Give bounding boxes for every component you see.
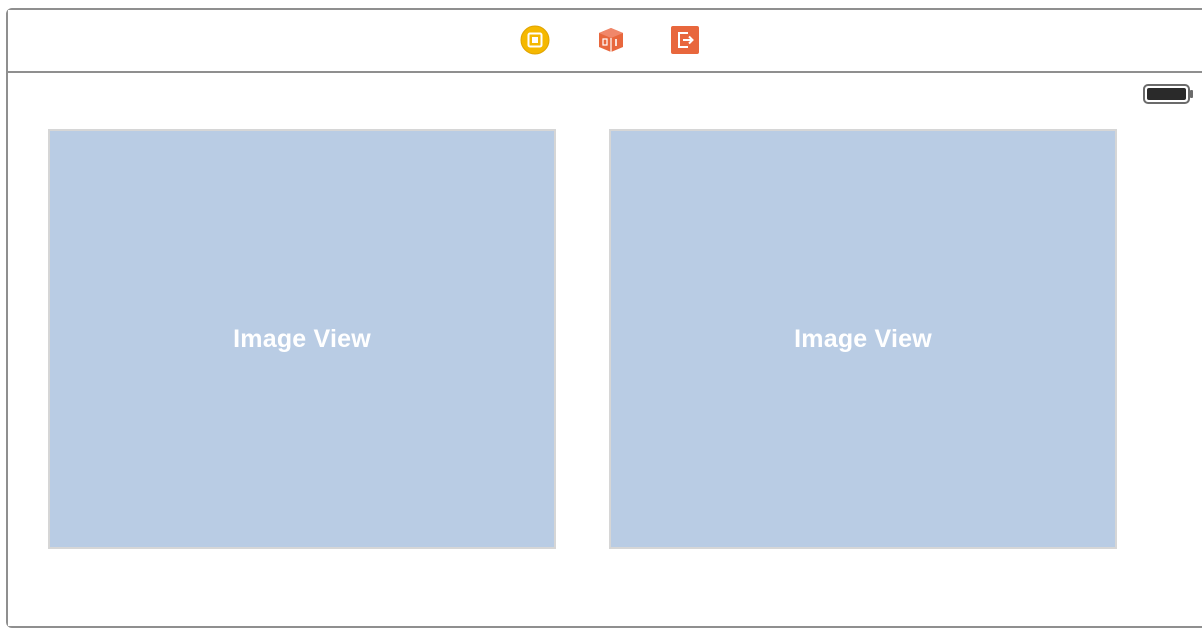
image-view-left[interactable]: Image View: [48, 129, 556, 549]
scene-dock: [8, 10, 1202, 73]
image-view-right[interactable]: Image View: [609, 129, 1117, 549]
root-view[interactable]: Image View Image View: [8, 73, 1202, 626]
view-controller-scene[interactable]: Image View Image View: [6, 8, 1202, 628]
view-controller-icon[interactable]: [520, 25, 550, 55]
image-view-label: Image View: [233, 324, 371, 353]
battery-icon: [1143, 83, 1195, 105]
first-responder-icon[interactable]: [596, 25, 626, 55]
exit-icon[interactable]: [670, 25, 700, 55]
image-view-label: Image View: [794, 324, 932, 353]
